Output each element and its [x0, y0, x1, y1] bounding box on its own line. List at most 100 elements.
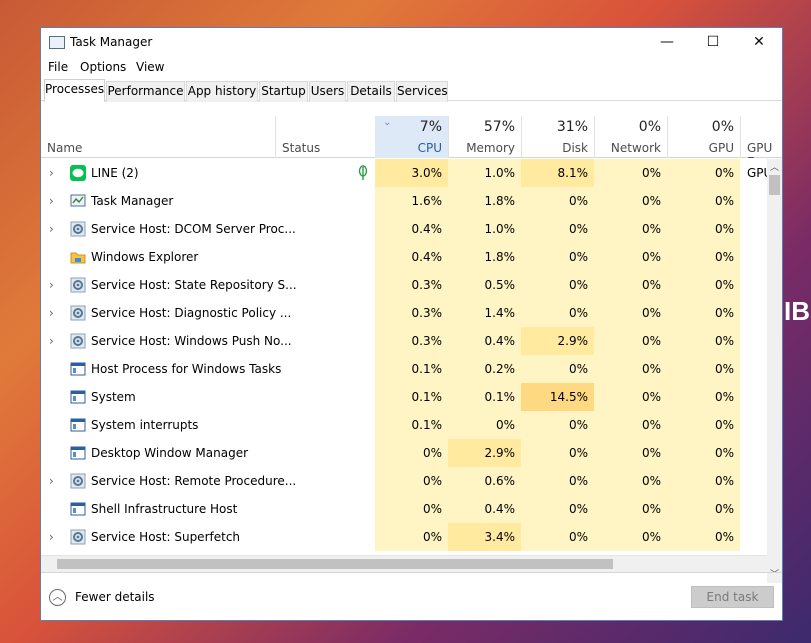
disk-cell: 0%: [521, 271, 594, 299]
process-row[interactable]: Desktop Window Manager 0% 2.9% 0% 0% 0%: [41, 439, 767, 467]
fewer-details-link[interactable]: Fewer details: [75, 590, 155, 604]
vertical-scrollbar[interactable]: ︿ ﹀: [767, 159, 782, 583]
memory-cell: 1.0%: [448, 215, 521, 243]
cpu-cell: 0.4%: [375, 215, 448, 243]
header-status-label: Status: [282, 141, 321, 155]
minimize-button[interactable]: —: [644, 28, 690, 58]
gpu-cell: 0%: [667, 467, 740, 495]
cpu-cell: 0.4%: [375, 243, 448, 271]
scroll-up-icon[interactable]: ︿: [770, 160, 779, 173]
expand-chevron-icon[interactable]: ›: [49, 299, 54, 327]
horizontal-scrollbar[interactable]: [41, 555, 767, 572]
folder-icon: [70, 249, 86, 265]
cpu-cell: 0.3%: [375, 299, 448, 327]
process-row[interactable]: System 0.1% 0.1% 14.5% 0% 0%: [41, 383, 767, 411]
menu-bar: File Options View: [41, 58, 782, 78]
header-gpu-engine[interactable]: GPU En: [741, 116, 782, 158]
tab-services[interactable]: Services: [396, 81, 448, 102]
memory-cell: 0.1%: [448, 383, 521, 411]
horizontal-scroll-thumb[interactable]: [57, 559, 613, 569]
tab-performance[interactable]: Performance: [106, 81, 185, 102]
process-row[interactable]: › Service Host: State Repository S... 0.3%…: [41, 271, 767, 299]
gear-icon: [70, 305, 86, 321]
tab-details[interactable]: Details: [347, 81, 395, 102]
cpu-cell: 0%: [375, 523, 448, 551]
network-cell: 0%: [594, 523, 667, 551]
menu-view[interactable]: View: [136, 60, 164, 74]
process-list: ›LINE (2)3.0%1.0%8.1%0%0%GPU›Task Manage…: [41, 159, 767, 583]
process-row[interactable]: › Service Host: Windows Push No... 0.3% 0.4…: [41, 327, 767, 355]
tab-users[interactable]: Users: [309, 81, 346, 102]
header-gpu[interactable]: 0% GPU: [667, 116, 740, 158]
cpu-cell: 0.1%: [375, 411, 448, 439]
gpu-engine-cell: [747, 243, 767, 271]
header-cpu-label: CPU: [417, 141, 442, 155]
expand-chevron-icon[interactable]: ›: [49, 271, 54, 299]
cpu-cell: 0.1%: [375, 383, 448, 411]
network-cell: 0%: [594, 383, 667, 411]
memory-cell: 1.8%: [448, 243, 521, 271]
header-disk-pct: 31%: [556, 119, 588, 135]
header-disk[interactable]: 31% Disk: [521, 116, 594, 158]
vertical-scroll-thumb[interactable]: [769, 175, 780, 195]
process-row[interactable]: Host Process for Windows Tasks 0.1% 0.2% 0%…: [41, 355, 767, 383]
header-memory-pct: 57%: [483, 119, 515, 135]
cpu-cell: 0.3%: [375, 271, 448, 299]
memory-cell: 2.9%: [448, 439, 521, 467]
process-name: Service Host: Remote Procedure...: [91, 474, 297, 488]
disk-cell: 14.5%: [521, 383, 594, 411]
gpu-engine-cell: [747, 411, 767, 439]
network-cell: 0%: [594, 355, 667, 383]
process-row[interactable]: › Service Host: Diagnostic Policy ... 0.3%…: [41, 299, 767, 327]
process-row[interactable]: Shell Infrastructure Host 0% 0.4% 0% 0% 0%: [41, 495, 767, 523]
close-button[interactable]: ✕: [736, 28, 782, 58]
process-row[interactable]: › Task Manager 1.6% 1.8% 0% 0% 0%: [41, 187, 767, 215]
expand-chevron-icon[interactable]: ›: [49, 467, 54, 495]
header-cpu[interactable]: ⌄ 7% CPU: [375, 116, 448, 158]
end-task-button[interactable]: End task: [691, 586, 774, 608]
menu-options[interactable]: Options: [80, 60, 126, 74]
network-cell: 0%: [594, 187, 667, 215]
gear-icon: [70, 277, 86, 293]
menu-file[interactable]: File: [48, 60, 68, 74]
gpu-engine-cell: [747, 299, 767, 327]
cpu-cell: 1.6%: [375, 187, 448, 215]
process-row[interactable]: › Service Host: Superfetch 0% 3.4% 0% 0% 0%: [41, 523, 767, 551]
gpu-engine-cell: [747, 383, 767, 411]
memory-cell: 1.0%: [448, 159, 521, 187]
gpu-engine-cell: [747, 187, 767, 215]
gear-icon: [70, 529, 86, 545]
process-row[interactable]: › Service Host: Remote Procedure... 0% 0.6%…: [41, 467, 767, 495]
gpu-engine-cell: [747, 355, 767, 383]
process-row[interactable]: ›LINE (2)3.0%1.0%8.1%0%0%GPU: [41, 159, 767, 187]
header-network[interactable]: 0% Network: [594, 116, 667, 158]
header-name[interactable]: Name: [41, 116, 275, 158]
process-name: Shell Infrastructure Host: [91, 502, 238, 516]
expand-chevron-icon[interactable]: ›: [49, 187, 54, 215]
network-cell: 0%: [594, 495, 667, 523]
expand-chevron-icon[interactable]: ›: [49, 215, 54, 243]
expand-chevron-icon[interactable]: ›: [49, 159, 54, 187]
process-row[interactable]: › Service Host: DCOM Server Proc... 0.4% 1.…: [41, 215, 767, 243]
process-row[interactable]: Windows Explorer 0.4% 1.8% 0% 0% 0%: [41, 243, 767, 271]
tab-processes[interactable]: Processes: [44, 79, 105, 102]
tab-startup[interactable]: Startup: [259, 81, 308, 102]
process-name: System: [91, 390, 136, 404]
process-row[interactable]: System interrupts 0.1% 0% 0% 0% 0%: [41, 411, 767, 439]
header-name-label: Name: [47, 141, 83, 155]
disk-cell: 0%: [521, 467, 594, 495]
expand-chevron-icon[interactable]: ›: [49, 523, 54, 551]
gpu-cell: 0%: [667, 439, 740, 467]
expand-chevron-icon[interactable]: ›: [49, 327, 54, 355]
memory-cell: 0.2%: [448, 355, 521, 383]
tab-app-history[interactable]: App history: [186, 81, 258, 102]
header-status[interactable]: Status: [276, 116, 375, 158]
title-bar[interactable]: Task Manager — ☐ ✕: [41, 28, 782, 58]
chevron-up-circle-icon[interactable]: ︿: [49, 589, 66, 606]
process-name: Service Host: DCOM Server Proc...: [91, 222, 296, 236]
header-memory[interactable]: 57% Memory: [448, 116, 521, 158]
disk-cell: 0%: [521, 495, 594, 523]
disk-cell: 0%: [521, 355, 594, 383]
maximize-button[interactable]: ☐: [690, 28, 736, 58]
disk-cell: 0%: [521, 299, 594, 327]
